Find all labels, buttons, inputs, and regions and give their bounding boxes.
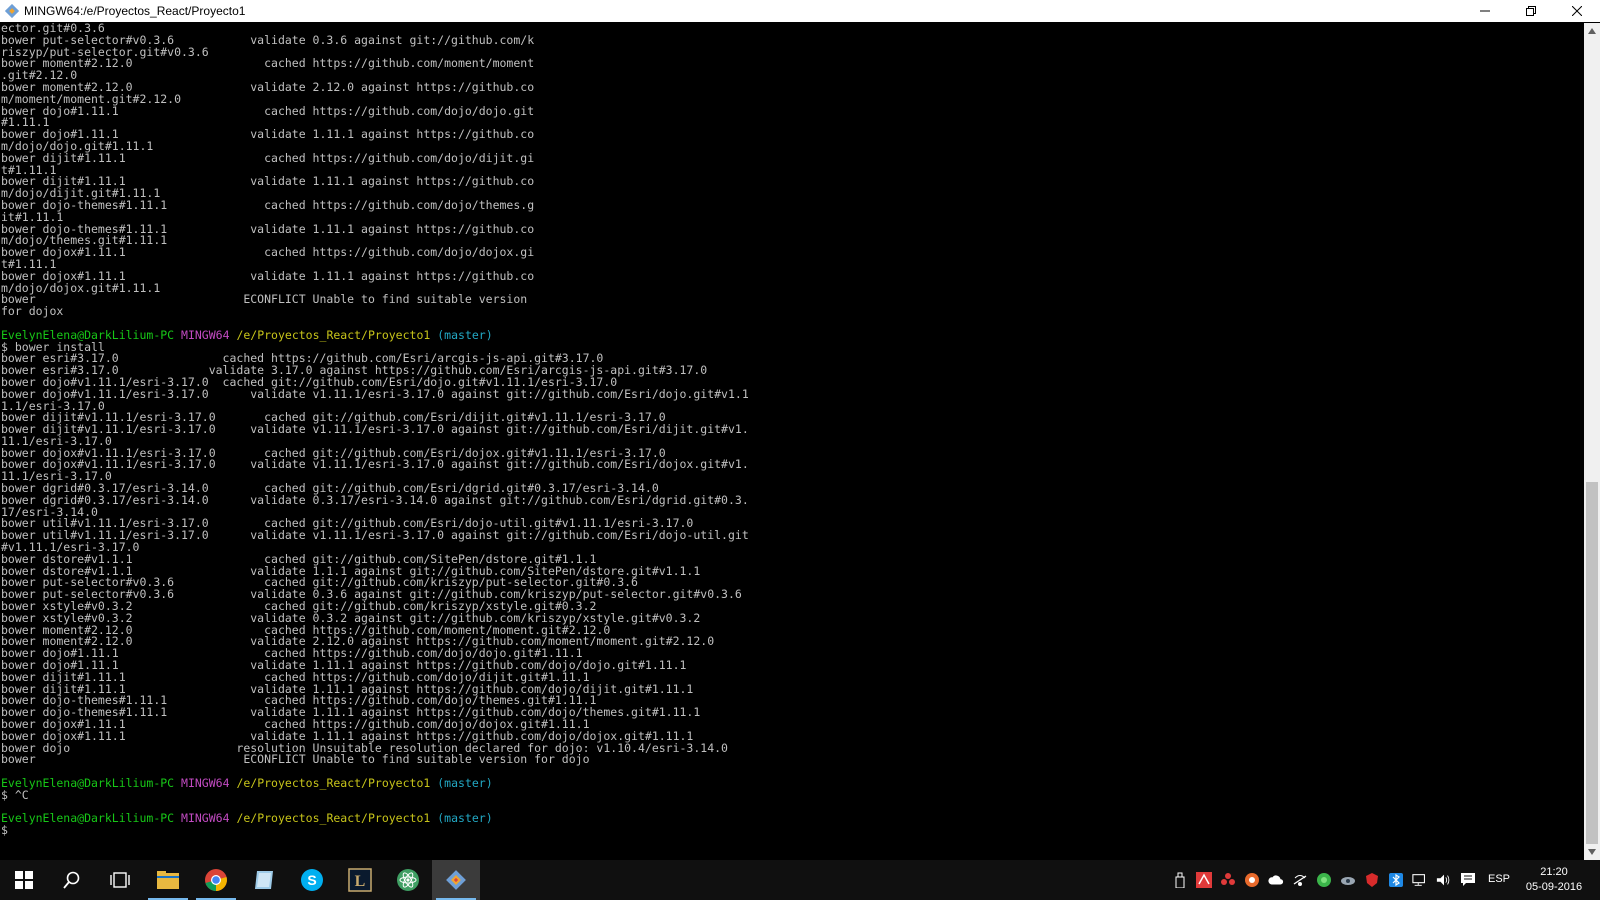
terminal-text: ector.git#0.3.6 bower put-selector#v0.3.6… [1,23,749,837]
clock-date: 05-09-2016 [1525,881,1583,893]
terminal-line: bower dojo-themes#1.11.1 cached https://… [1,197,535,212]
acrobat-icon[interactable] [1196,872,1212,888]
scroll-up-button[interactable] [1584,23,1600,39]
prompt-mingw: MINGW64 [181,327,230,342]
prompt-line: EvelynElena@DarkLilium-PC MINGW64 /e/Pro… [1,327,749,342]
close-button[interactable] [1554,0,1600,22]
git-bash-app-icon [4,3,20,19]
prompt-path: /e/Proyectos_React/Proyecto1 [236,776,431,790]
usb-drive-icon[interactable] [1172,872,1188,888]
prompt-branch: (master) [437,327,493,342]
minimize-button[interactable] [1462,0,1508,22]
volume-icon[interactable] [1436,872,1452,888]
restore-icon [1526,6,1536,16]
taskbar-skype[interactable]: S [288,860,336,900]
skype-icon: S [301,869,323,891]
start-button[interactable] [0,860,48,900]
terminal-line: bower dijit#v1.11.1/esri-3.17.0 validate… [1,422,749,437]
cloud-app-icon[interactable] [1340,872,1356,888]
task-view-button[interactable] [96,860,144,900]
terminal-line: bower dijit#1.11.1 cached https://github… [1,150,535,165]
taskbar-atom[interactable] [384,860,432,900]
prompt-line: EvelynElena@DarkLilium-PC MINGW64 /e/Pro… [1,811,749,826]
prompt-mingw: MINGW64 [181,776,230,790]
svg-text:L: L [355,873,366,890]
terminal-line: bower ECONFLICT Unable to find suitable … [1,752,590,767]
close-icon [1572,6,1582,16]
bluetooth-sync-icon[interactable] [1388,872,1404,888]
terminal-line: bower dgrid#0.3.17/esri-3.14.0 validate … [1,492,749,507]
clock-time: 21:20 [1540,866,1568,878]
scroll-thumb[interactable] [1586,481,1598,844]
svg-text:S: S [307,872,316,888]
notepad-icon [255,871,273,889]
taskbar-chrome[interactable] [192,860,240,900]
terminal-output[interactable]: ector.git#0.3.6 bower put-selector#v0.3.6… [0,23,1584,860]
terminal-scrollbar[interactable] [1584,23,1600,860]
git-icon [446,870,466,890]
taskbar-league-of-legends[interactable]: L [336,860,384,900]
prompt-mingw: MINGW64 [181,811,230,826]
terminal-line: bower dojo#v1.11.1/esri-3.17.0 validate … [1,386,749,401]
terminal-line: bower dojox#1.11.1 cached https://github… [1,245,535,260]
terminal-line: bower ECONFLICT Unable to find suitable … [1,292,528,307]
search-button[interactable] [48,860,96,900]
scroll-down-button[interactable] [1584,844,1600,860]
taskbar-git-bash[interactable] [432,860,480,900]
input-language[interactable]: ESP [1488,873,1510,885]
network-icon[interactable] [1412,872,1428,888]
green-app-icon[interactable] [1316,872,1332,888]
terminal-line: bower moment#2.12.0 cached https://githu… [1,56,535,71]
maximize-button[interactable] [1508,0,1554,22]
red-shield-icon[interactable] [1364,872,1380,888]
scroll-down-icon [1588,849,1596,855]
task-view-icon [110,872,130,888]
sync-app-icon[interactable] [1244,872,1260,888]
folder-icon [157,871,179,889]
prompt-path: /e/Proyectos_React/Proyecto1 [236,327,431,342]
chrome-icon [205,869,227,891]
taskbar: S L ESP 21:20 05-09-2016 [0,860,1600,900]
taskbar-notepad[interactable] [240,860,288,900]
terminal-line: for dojox [1,304,64,319]
prompt-branch: (master) [437,811,493,826]
prompt-user: EvelynElena@DarkLilium-PC [1,811,175,826]
action-center-icon[interactable] [1460,872,1476,888]
scroll-up-icon [1588,28,1596,34]
prompt-branch: (master) [437,776,493,790]
lol-icon: L [348,868,372,892]
window-title: MINGW64:/e/Proyectos_React/Proyecto1 [24,4,246,18]
network-tool-icon[interactable] [1220,872,1236,888]
onedrive-icon[interactable] [1268,872,1284,888]
window-controls [1462,0,1600,22]
taskbar-clock[interactable]: 21:20 05-09-2016 [1523,865,1585,895]
wifi-settings-icon[interactable] [1292,872,1308,888]
search-icon [63,871,80,889]
terminal-line: $ [1,823,8,838]
window-title-bar[interactable]: MINGW64:/e/Proyectos_React/Proyecto1 [0,0,1600,22]
terminal-line: bower dojo#1.11.1 cached https://github.… [1,103,535,118]
windows-logo-icon [15,871,33,889]
taskbar-file-explorer[interactable] [144,860,192,900]
terminal-line: bower dojox#v1.11.1/esri-3.17.0 validate… [1,457,749,472]
minimize-icon [1480,10,1490,12]
prompt-line: EvelynElena@DarkLilium-PC MINGW64 /e/Pro… [1,776,749,790]
terminal-line: $ ^C [1,787,29,802]
atom-icon [397,869,419,891]
prompt-path: /e/Proyectos_React/Proyecto1 [236,811,431,826]
